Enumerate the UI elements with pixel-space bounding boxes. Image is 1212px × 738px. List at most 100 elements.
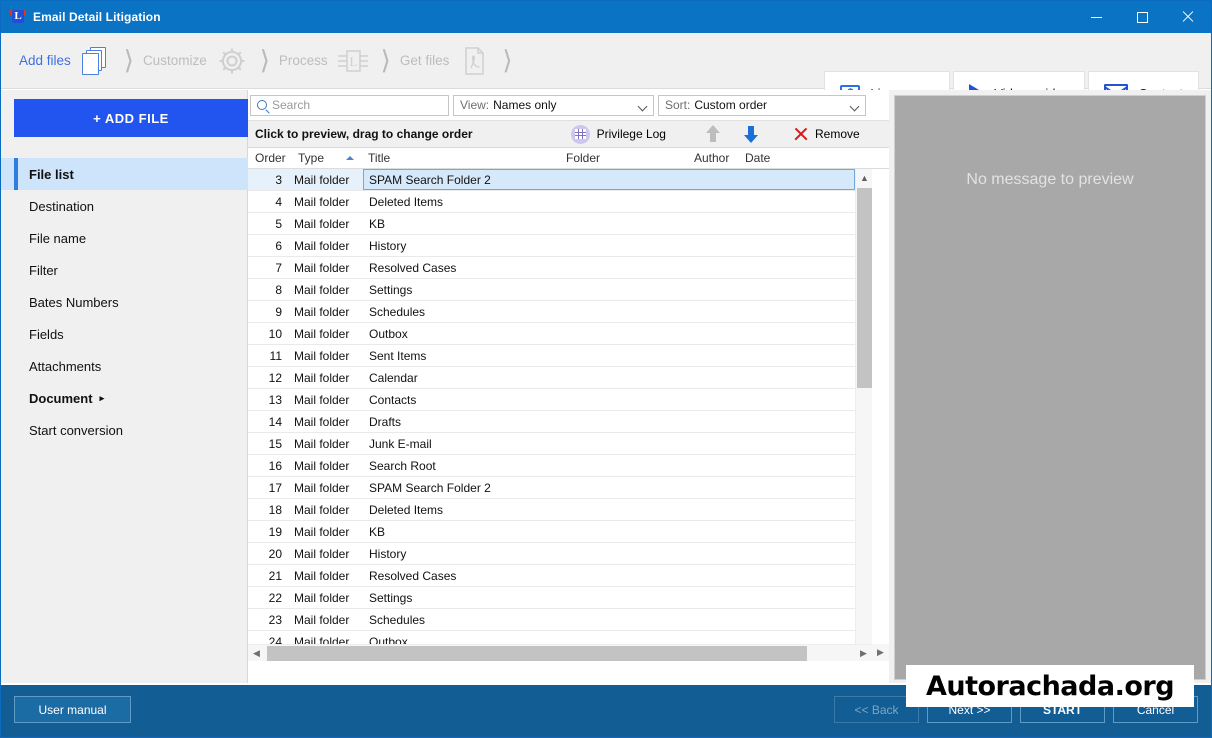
table-row[interactable]: 12Mail folderCalendar bbox=[248, 367, 872, 389]
view-dropdown[interactable]: View: Names only bbox=[453, 95, 654, 116]
search-box[interactable] bbox=[250, 95, 449, 116]
scroll-corner-right-icon[interactable]: ▶ bbox=[872, 644, 889, 661]
cell-order: 12 bbox=[248, 367, 282, 389]
cell-author bbox=[694, 587, 742, 609]
table-row[interactable]: 23Mail folderSchedules bbox=[248, 609, 872, 631]
table-row[interactable]: 6Mail folderHistory bbox=[248, 235, 872, 257]
scroll-up-icon[interactable]: ▲ bbox=[856, 169, 873, 186]
cell-order: 13 bbox=[248, 389, 282, 411]
table-row[interactable]: 16Mail folderSearch Root bbox=[248, 455, 872, 477]
table-row[interactable]: 8Mail folderSettings bbox=[248, 279, 872, 301]
sidebar-item-start-conversion[interactable]: Start conversion bbox=[1, 414, 248, 446]
cell-author bbox=[694, 279, 742, 301]
cell-date bbox=[745, 213, 865, 235]
cell-title: Resolved Cases bbox=[369, 257, 564, 279]
table-row[interactable]: 17Mail folderSPAM Search Folder 2 bbox=[248, 477, 872, 499]
cell-folder bbox=[566, 389, 691, 411]
cell-folder bbox=[566, 301, 691, 323]
privilege-log-label: Privilege Log bbox=[597, 127, 666, 141]
minimize-button[interactable] bbox=[1073, 1, 1119, 33]
table-row[interactable]: 7Mail folderResolved Cases bbox=[248, 257, 872, 279]
horizontal-scrollbar[interactable]: ◀ ▶ bbox=[248, 644, 872, 661]
table-row[interactable]: 11Mail folderSent Items bbox=[248, 345, 872, 367]
table-row[interactable]: 13Mail folderContacts bbox=[248, 389, 872, 411]
wizard-step-get-files[interactable]: Get files bbox=[400, 44, 492, 78]
sidebar-item-file-list[interactable]: File list bbox=[1, 158, 248, 190]
cell-type: Mail folder bbox=[294, 367, 364, 389]
column-header-folder[interactable]: Folder bbox=[566, 148, 600, 169]
cell-folder bbox=[566, 191, 691, 213]
cell-folder bbox=[566, 279, 691, 301]
column-header-order[interactable]: Order bbox=[255, 148, 286, 169]
cell-date bbox=[745, 389, 865, 411]
table-row[interactable]: 5Mail folderKB bbox=[248, 213, 872, 235]
close-button[interactable] bbox=[1165, 1, 1211, 33]
add-file-button[interactable]: + ADD FILE bbox=[14, 99, 248, 137]
arrow-down-icon[interactable] bbox=[744, 125, 758, 143]
scroll-left-icon[interactable]: ◀ bbox=[248, 645, 265, 662]
column-header-author[interactable]: Author bbox=[694, 148, 729, 169]
sidebar-item-label: File list bbox=[29, 167, 74, 182]
table-row[interactable]: 14Mail folderDrafts bbox=[248, 411, 872, 433]
sidebar-item-destination[interactable]: Destination bbox=[1, 190, 248, 222]
watermark-text: Autorachada.org bbox=[926, 671, 1174, 702]
table-row[interactable]: 18Mail folderDeleted Items bbox=[248, 499, 872, 521]
cell-title: Search Root bbox=[369, 455, 564, 477]
cell-folder bbox=[566, 367, 691, 389]
sidebar-item-attachments[interactable]: Attachments bbox=[1, 350, 248, 382]
wizard-step-customize[interactable]: Customize bbox=[143, 44, 249, 78]
vertical-scrollbar[interactable]: ▲ ▼ bbox=[855, 169, 872, 661]
cell-author bbox=[694, 301, 742, 323]
table-row[interactable]: 4Mail folderDeleted Items bbox=[248, 191, 872, 213]
application-window: L Email Detail Litigation Add files ⟩ Cu… bbox=[0, 0, 1212, 738]
sidebar-item-label: Destination bbox=[29, 199, 94, 214]
maximize-button[interactable] bbox=[1119, 1, 1165, 33]
table-row[interactable]: 22Mail folderSettings bbox=[248, 587, 872, 609]
cell-date bbox=[745, 323, 865, 345]
wizard-step-process[interactable]: Process L bbox=[279, 44, 370, 78]
red-x-icon bbox=[794, 127, 808, 141]
table-row[interactable]: 21Mail folderResolved Cases bbox=[248, 565, 872, 587]
file-list-panel: View: Names only Sort: Custom order Clic… bbox=[248, 90, 889, 685]
column-header-title[interactable]: Title bbox=[368, 148, 390, 169]
cell-title: Schedules bbox=[369, 301, 564, 323]
cell-folder bbox=[566, 609, 691, 631]
table-row[interactable]: 3Mail folderSPAM Search Folder 2 bbox=[248, 169, 872, 191]
cell-type: Mail folder bbox=[294, 169, 364, 191]
sort-dropdown-value: Custom order bbox=[694, 98, 767, 112]
vertical-scroll-thumb[interactable] bbox=[857, 188, 872, 388]
search-input[interactable] bbox=[272, 98, 432, 112]
cell-order: 18 bbox=[248, 499, 282, 521]
column-header-date[interactable]: Date bbox=[745, 148, 770, 169]
sidebar-item-document[interactable]: Document ▸ bbox=[1, 382, 248, 414]
table-row[interactable]: 9Mail folderSchedules bbox=[248, 301, 872, 323]
horizontal-scroll-thumb[interactable] bbox=[267, 646, 807, 661]
sidebar-item-fields[interactable]: Fields bbox=[1, 318, 248, 350]
preview-area: No message to preview bbox=[894, 95, 1206, 680]
column-header-type[interactable]: Type bbox=[298, 148, 324, 169]
sort-dropdown[interactable]: Sort: Custom order bbox=[658, 95, 866, 116]
remove-button[interactable]: Remove bbox=[794, 127, 860, 141]
user-manual-button[interactable]: User manual bbox=[14, 696, 131, 723]
cell-author bbox=[694, 609, 742, 631]
cell-order: 9 bbox=[248, 301, 282, 323]
table-row[interactable]: 20Mail folderHistory bbox=[248, 543, 872, 565]
cell-type: Mail folder bbox=[294, 411, 364, 433]
sidebar-item-label: Fields bbox=[29, 327, 64, 342]
cell-type: Mail folder bbox=[294, 521, 364, 543]
table-row[interactable]: 19Mail folderKB bbox=[248, 521, 872, 543]
scroll-right-icon[interactable]: ▶ bbox=[855, 645, 872, 662]
table-row[interactable]: 15Mail folderJunk E-mail bbox=[248, 433, 872, 455]
sidebar-item-bates-numbers[interactable]: Bates Numbers bbox=[1, 286, 248, 318]
sidebar-item-file-name[interactable]: File name bbox=[1, 222, 248, 254]
svg-text:L: L bbox=[349, 54, 357, 69]
cell-type: Mail folder bbox=[294, 543, 364, 565]
table-row[interactable]: 10Mail folderOutbox bbox=[248, 323, 872, 345]
privilege-log-button[interactable]: Privilege Log bbox=[571, 125, 666, 144]
view-dropdown-label: View: bbox=[460, 98, 489, 112]
wizard-step-add-files[interactable]: Add files bbox=[19, 44, 113, 78]
file-list-table[interactable]: 3Mail folderSPAM Search Folder 24Mail fo… bbox=[248, 169, 872, 661]
sidebar-item-filter[interactable]: Filter bbox=[1, 254, 248, 286]
arrow-up-icon[interactable] bbox=[706, 125, 720, 143]
sidebar-item-label: Attachments bbox=[29, 359, 101, 374]
